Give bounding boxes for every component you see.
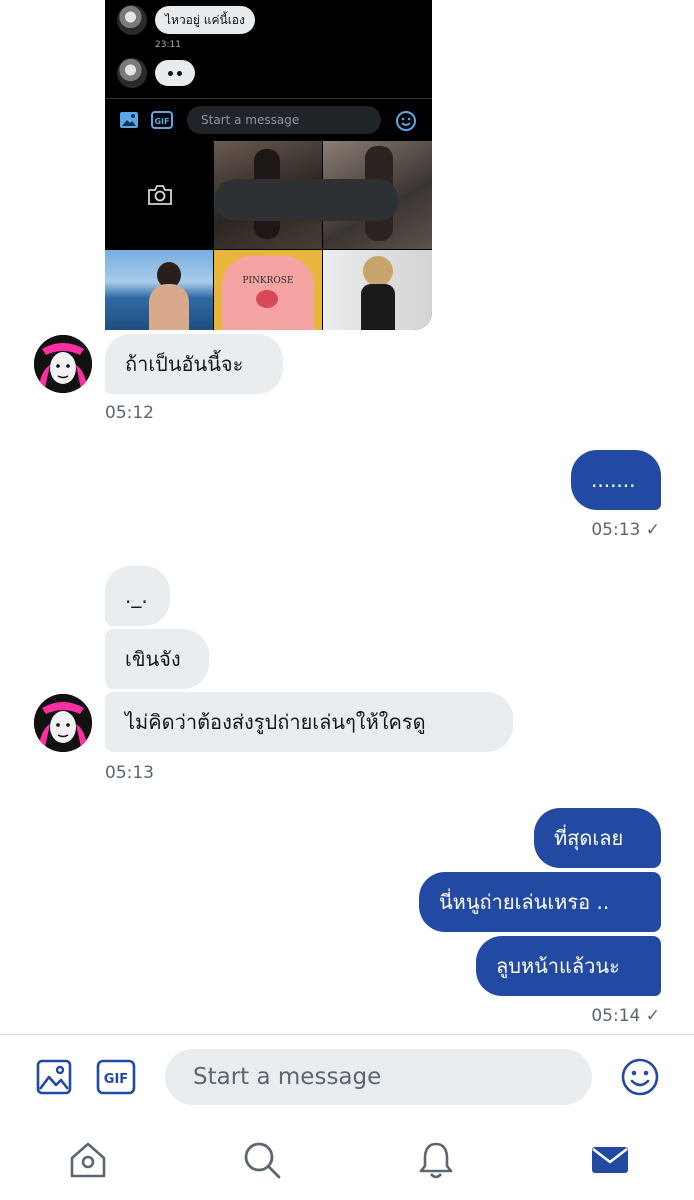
redaction-bar bbox=[215, 179, 398, 221]
mini-gif-icon: GIF bbox=[151, 111, 173, 129]
mini-gif-label: GIF bbox=[154, 117, 169, 126]
gif-icon[interactable]: GIF bbox=[96, 1059, 136, 1095]
shared-screenshot-image[interactable]: ไหวอยู่ แค่นี้เอง 23:11 GIF Start a mess… bbox=[105, 0, 432, 330]
received-message-bubble[interactable]: ไม่คิดว่าต้องส่งรูปถ่ายเล่นๆให้ใครดู bbox=[105, 692, 513, 752]
mini-compose-bar: GIF Start a message bbox=[105, 98, 432, 142]
received-message-bubble[interactable]: ถ้าเป็นอันนี้จะ bbox=[105, 334, 283, 394]
camera-icon bbox=[148, 185, 172, 205]
message-timestamp: 05:13 ✓ bbox=[591, 520, 660, 540]
photo-thumbnail: PINKROSE bbox=[214, 250, 322, 330]
shirt-text: PINKROSE bbox=[242, 276, 294, 286]
bottom-tab-bar bbox=[0, 1122, 694, 1200]
message-timestamp: 05:12 bbox=[105, 403, 154, 423]
compose-bar: GIF Start a message bbox=[0, 1034, 694, 1121]
photo-gallery: PINKROSE bbox=[105, 141, 432, 330]
search-icon[interactable] bbox=[240, 1138, 284, 1182]
photo-thumbnail bbox=[105, 250, 213, 330]
message-input[interactable]: Start a message bbox=[165, 1049, 592, 1105]
bell-icon[interactable] bbox=[414, 1138, 458, 1182]
image-icon[interactable] bbox=[36, 1059, 72, 1095]
gif-label: GIF bbox=[104, 1072, 128, 1087]
contact-avatar[interactable] bbox=[34, 694, 92, 752]
mini-message-bubble: ไหวอยู่ แค่นี้เอง bbox=[155, 6, 255, 34]
mini-message-row: ไหวอยู่ แค่นี้เอง bbox=[117, 5, 255, 35]
typing-indicator bbox=[155, 60, 195, 86]
home-icon[interactable] bbox=[66, 1138, 110, 1182]
emoji-icon[interactable] bbox=[620, 1057, 660, 1097]
mini-message-input: Start a message bbox=[187, 106, 381, 134]
mini-emoji-icon bbox=[396, 111, 416, 131]
sent-message-bubble[interactable]: ....... bbox=[571, 450, 661, 510]
sent-message-bubble[interactable]: ลูบหน้าแล้วนะ bbox=[476, 936, 661, 996]
sent-message-bubble[interactable]: ที่สุดเลย bbox=[534, 808, 661, 868]
message-timestamp: 05:13 bbox=[105, 763, 154, 783]
message-timestamp: 05:14 ✓ bbox=[591, 1006, 660, 1026]
received-message-bubble[interactable]: เขินจัง bbox=[105, 629, 209, 689]
mini-avatar bbox=[117, 58, 147, 88]
sent-message-bubble[interactable]: นี่หนูถ่ายเล่นเหรอ .. bbox=[419, 872, 661, 932]
mini-image-icon bbox=[120, 112, 138, 128]
camera-tile bbox=[105, 141, 213, 249]
mini-avatar bbox=[117, 5, 147, 35]
mini-timestamp: 23:11 bbox=[155, 40, 181, 50]
received-message-bubble[interactable]: ._. bbox=[105, 566, 170, 626]
contact-avatar[interactable] bbox=[34, 335, 92, 393]
photo-thumbnail bbox=[323, 250, 432, 330]
mini-typing-row bbox=[117, 58, 195, 88]
mail-icon[interactable] bbox=[588, 1138, 632, 1182]
